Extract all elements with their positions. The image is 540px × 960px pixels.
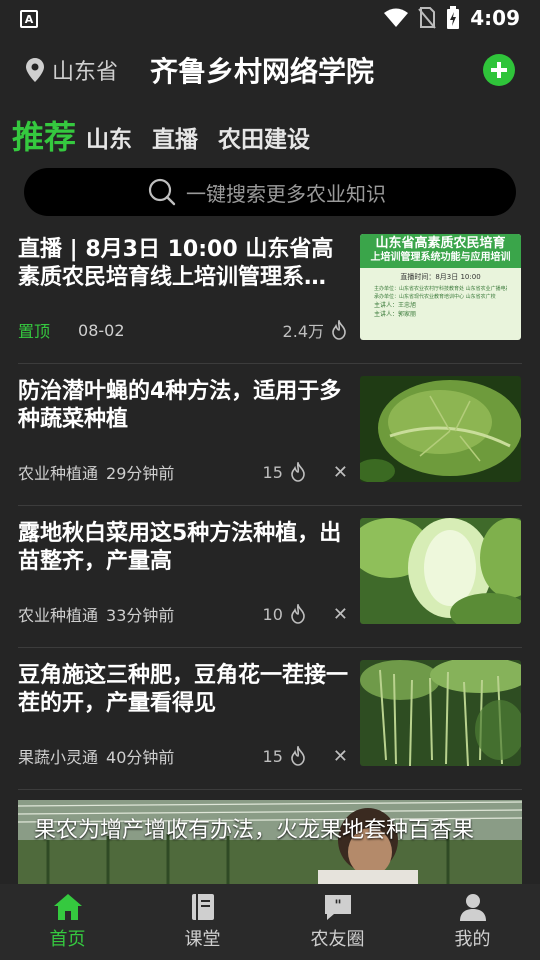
heat-count: 10 [262, 604, 283, 624]
bottom-navigation: 首页 课堂 " 农友圈 我的 [0, 884, 540, 960]
article-title: 露地秋白菜用这5种方法种植，出苗整齐，产量高 [18, 521, 342, 574]
pinned-tag: 置顶 [18, 322, 51, 341]
tab-recommend[interactable]: 推荐 [12, 112, 76, 162]
search-input[interactable]: 一键搜索更多农业知识 [24, 168, 516, 216]
nav-label: 首页 [49, 929, 86, 950]
battery-charging-icon [447, 6, 460, 29]
heat-count: 2.4万 [282, 322, 324, 341]
article-meta: 果蔬小灵通 40分钟前 15 ✕ [18, 744, 348, 768]
video-card[interactable]: 果农为增产增收有办法，火龙果地套种百香果 [18, 800, 522, 890]
article-thumbnail [360, 376, 521, 482]
heat-count: 15 [262, 746, 283, 766]
article-source: 果蔬小灵通 [18, 748, 99, 767]
wifi-icon [384, 8, 409, 27]
tab-live[interactable]: 直播 [152, 120, 198, 162]
dismiss-icon[interactable]: ✕ [333, 746, 348, 767]
article-thumbnail: 山东省高素质农民培育 上培训管理系统功能与应用培训 直播时间：8月3日 10:0… [360, 234, 521, 340]
user-icon [459, 894, 486, 921]
nav-home[interactable]: 首页 [0, 884, 135, 960]
search-placeholder: 一键搜索更多农业知识 [186, 181, 386, 206]
article-title: 直播 | 8月3日 10:00 山东省高素质农民培育线上培训管理系… [18, 237, 334, 290]
location-selector[interactable]: 山东省 [26, 54, 118, 86]
article-title: 防治潜叶蝇的4种方法，适用于多种蔬菜种植 [18, 379, 342, 432]
notification-a-icon: A [20, 10, 38, 29]
plus-icon [491, 62, 507, 78]
nav-community[interactable]: " 农友圈 [270, 884, 405, 960]
add-button[interactable] [483, 54, 515, 86]
tab-farmland[interactable]: 农田建设 [218, 120, 310, 162]
article-thumbnail [360, 518, 521, 624]
article-source: 农业种植通 [18, 606, 99, 625]
heat-count: 15 [262, 462, 283, 482]
flame-icon [291, 462, 305, 482]
app-header: 山东省 齐鲁乡村网络学院 [0, 42, 540, 98]
list-item[interactable]: 直播 | 8月3日 10:00 山东省高素质农民培育线上培训管理系… 置顶 08… [0, 222, 540, 364]
tab-shandong[interactable]: 山东 [86, 120, 132, 162]
list-item[interactable]: 豆角施这三种肥，豆角花一茬接一茬的开，产量看得见 果蔬小灵通 40分钟前 15 … [0, 648, 540, 790]
status-time: 4:09 [470, 6, 520, 30]
article-date: 08-02 [78, 320, 125, 340]
search-icon [148, 178, 176, 206]
divider [18, 789, 522, 790]
article-source: 农业种植通 [18, 464, 99, 483]
news-feed: 直播 | 8月3日 10:00 山东省高素质农民培育线上培训管理系… 置顶 08… [0, 222, 540, 790]
flame-icon [332, 320, 346, 340]
flame-icon [291, 604, 305, 624]
article-time: 29分钟前 [106, 464, 175, 483]
article-thumbnail [360, 660, 521, 766]
article-meta: 农业种植通 33分钟前 10 ✕ [18, 602, 348, 626]
article-time: 33分钟前 [106, 606, 175, 625]
article-title: 豆角施这三种肥，豆角花一茬接一茬的开，产量看得见 [18, 663, 349, 716]
no-sim-icon [418, 7, 437, 29]
article-meta: 农业种植通 29分钟前 15 ✕ [18, 460, 348, 484]
flame-icon [291, 746, 305, 766]
location-label: 山东省 [52, 60, 119, 85]
location-pin-icon [26, 58, 44, 82]
status-bar: A 4:09 [0, 0, 540, 36]
dismiss-icon[interactable]: ✕ [333, 462, 348, 483]
dismiss-icon[interactable]: ✕ [333, 604, 348, 625]
video-caption: 果农为增产增收有办法，火龙果地套种百香果 [34, 818, 475, 843]
page-title: 齐鲁乡村网络学院 [150, 55, 375, 88]
nav-profile[interactable]: 我的 [405, 884, 540, 960]
nav-label: 课堂 [184, 929, 221, 950]
home-icon [53, 894, 82, 920]
nav-label: 我的 [454, 929, 491, 950]
nav-label: 农友圈 [310, 929, 365, 950]
list-item[interactable]: 防治潜叶蝇的4种方法，适用于多种蔬菜种植 农业种植通 29分钟前 15 ✕ [0, 364, 540, 506]
nav-classroom[interactable]: 课堂 [135, 884, 270, 960]
chat-quote-icon: " [324, 895, 351, 920]
article-time: 40分钟前 [106, 748, 175, 767]
book-icon [191, 894, 214, 920]
list-item[interactable]: 露地秋白菜用这5种方法种植，出苗整齐，产量高 农业种植通 33分钟前 10 ✕ [0, 506, 540, 648]
category-tabs: 推荐 山东 直播 农田建设 [0, 112, 540, 162]
svg-text:": " [334, 898, 341, 914]
article-meta: 置顶 08-02 2.4万 [18, 318, 348, 342]
